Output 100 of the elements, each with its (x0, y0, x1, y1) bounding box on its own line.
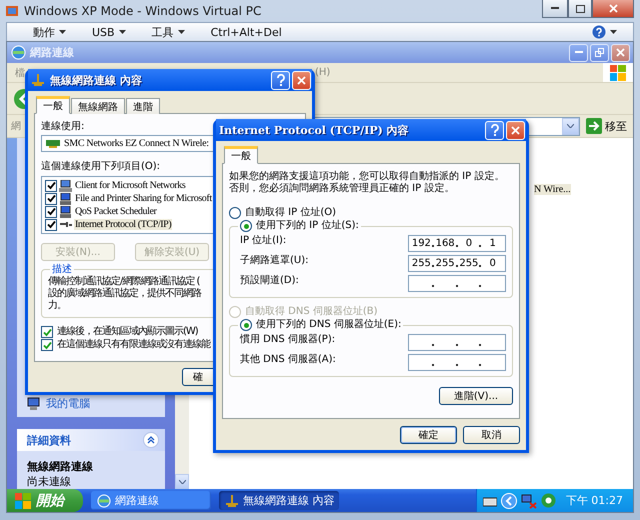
checkbox[interactable] (45, 218, 57, 230)
details-name: 無線網路連線 (26, 459, 94, 474)
dns-address-field[interactable] (408, 354, 506, 371)
radio-label: 自動取得 IP 位址(O) (245, 207, 336, 219)
ip-octet: 192 (411, 238, 432, 249)
chevron-down-icon (178, 480, 186, 484)
option-label: 在這個連線只有有限連線或沒有連線能 (57, 339, 210, 351)
caret-icon (178, 30, 185, 34)
help-icon (490, 124, 500, 136)
go-button[interactable]: 移至 (584, 116, 629, 136)
help-button[interactable] (485, 120, 504, 140)
group-title: 描述 (52, 262, 72, 276)
minimize-icon (551, 7, 559, 10)
network-connection-icon (225, 494, 239, 506)
field-label: 這個連線使用下列項目(O): (41, 161, 160, 173)
close-icon (608, 4, 618, 13)
tab[interactable]: 無線網路 (71, 98, 125, 114)
field-label: 預設閘道(D): (240, 275, 299, 287)
start-button[interactable]: 開始 (7, 489, 83, 512)
field-label: 慣用 DNS 伺服器(P): (240, 334, 336, 346)
help-button[interactable] (271, 70, 290, 90)
windows-logo-icon (15, 492, 31, 508)
scroll-down-button[interactable] (175, 474, 189, 489)
tab[interactable]: 進階 (126, 98, 160, 114)
field-label: 其他 DNS 伺服器(A): (240, 354, 336, 366)
network-disconnected-icon (520, 492, 537, 508)
caret-icon (610, 30, 617, 34)
list-item[interactable]: Client for Microsoft Networks (74, 180, 186, 191)
dns-address-field[interactable] (408, 334, 506, 351)
collapse-button[interactable] (143, 432, 159, 448)
restore-icon (595, 48, 604, 57)
help-icon[interactable] (592, 25, 606, 39)
checkbox[interactable] (45, 180, 57, 192)
ip-octet: 0 (488, 258, 497, 269)
field-label: IP 位址(I): (240, 235, 286, 247)
tab[interactable]: 一般 (224, 146, 258, 164)
window-title: 網路連線 (30, 45, 74, 60)
ip-octet: 1 (488, 238, 497, 249)
list-item[interactable]: Internet Protocol (TCP/IP) (74, 219, 172, 230)
ip-address-field[interactable]: 255 255 255 0 (408, 255, 506, 272)
advanced-button[interactable]: 進階(V)... (439, 387, 513, 405)
double-chevron-up-icon (147, 436, 155, 444)
field-label: 連線使用: (41, 121, 84, 133)
network-globe-icon (11, 45, 26, 60)
cancel-button[interactable]: 取消 (463, 426, 520, 444)
radio-button[interactable] (240, 319, 252, 331)
computer-icon (59, 206, 72, 218)
taskbar-button[interactable]: 無線網路連線 內容 (219, 491, 339, 510)
checkbox[interactable] (41, 326, 53, 338)
minimize-button[interactable] (542, 0, 568, 18)
ip-octet: 168 (434, 238, 456, 249)
minimize-icon (574, 51, 582, 54)
windows-logo-icon (610, 64, 626, 80)
menu-item[interactable]: 工具 (142, 24, 195, 40)
ip-octet: 255 (458, 258, 480, 269)
list-item[interactable]: File and Printer Sharing for Microsoft (74, 193, 213, 204)
connection-item-label[interactable]: N Wire... (534, 184, 571, 195)
option-label: 連線後，在通知區域內顯示圖示(W) (57, 326, 198, 338)
radio-button[interactable] (240, 220, 252, 232)
ok-button[interactable]: 確定 (400, 426, 457, 444)
dropdown-button[interactable] (562, 118, 579, 134)
dialog-title: 無線網路連線 內容 (50, 72, 142, 88)
ip-octet: 255 (434, 258, 456, 269)
ip-octet: 0 (464, 238, 474, 249)
status-icon (540, 493, 556, 508)
computer-icon (27, 397, 40, 410)
taskbar-button[interactable]: 網路連線 (91, 491, 211, 510)
menu-item[interactable]: 動作 (23, 24, 76, 40)
window-title: Windows XP Mode - Windows Virtual PC (24, 4, 262, 18)
checkbox[interactable] (45, 206, 57, 218)
restore-button[interactable] (590, 44, 609, 62)
caret-icon (118, 30, 126, 34)
sidebar-link[interactable]: 我的電腦 (27, 396, 155, 411)
details-status: 尚未連線 (26, 474, 72, 489)
tab[interactable]: 一般 (36, 96, 70, 114)
intro-text: 如果您的網路支援這項功能，您可以取得自動指派的 IP 設定。否則，您必須詢問網路系統管理員正確的 IP 設定。 (229, 171, 506, 195)
list-item[interactable]: QoS Packet Scheduler (74, 206, 158, 217)
radio-label: 使用下列的 IP 位址(S): (256, 220, 359, 232)
radio-label: 自動取得 DNS 伺服器位址(B) (245, 306, 378, 318)
ip-octet: 255 (411, 258, 432, 269)
checkbox[interactable] (45, 192, 57, 204)
radio-button[interactable] (229, 207, 241, 219)
computer-icon (59, 180, 72, 192)
help-icon (276, 74, 286, 86)
keyboard-icon (482, 494, 497, 506)
computer-icon (59, 192, 72, 204)
radio-label: 使用下列的 DNS 伺服器位址(E): (256, 319, 402, 331)
close-button[interactable] (592, 0, 634, 18)
menu-item[interactable]: USB (82, 26, 136, 38)
network-globe-icon (97, 494, 111, 508)
address-label: 網 (11, 120, 21, 133)
description-text: 力。 (48, 300, 66, 312)
field-label: 子網路遮罩(U): (240, 255, 308, 267)
menu-item[interactable]: Ctrl+Alt+Del (200, 26, 292, 38)
maximize-button[interactable] (568, 0, 592, 18)
checkbox[interactable] (41, 339, 53, 351)
close-icon (297, 76, 306, 84)
ip-address-field[interactable]: 192 168 0 1 (408, 235, 506, 252)
dialog-title: Internet Protocol (TCP/IP) 內容 (219, 122, 409, 138)
ip-address-field[interactable] (408, 275, 506, 292)
